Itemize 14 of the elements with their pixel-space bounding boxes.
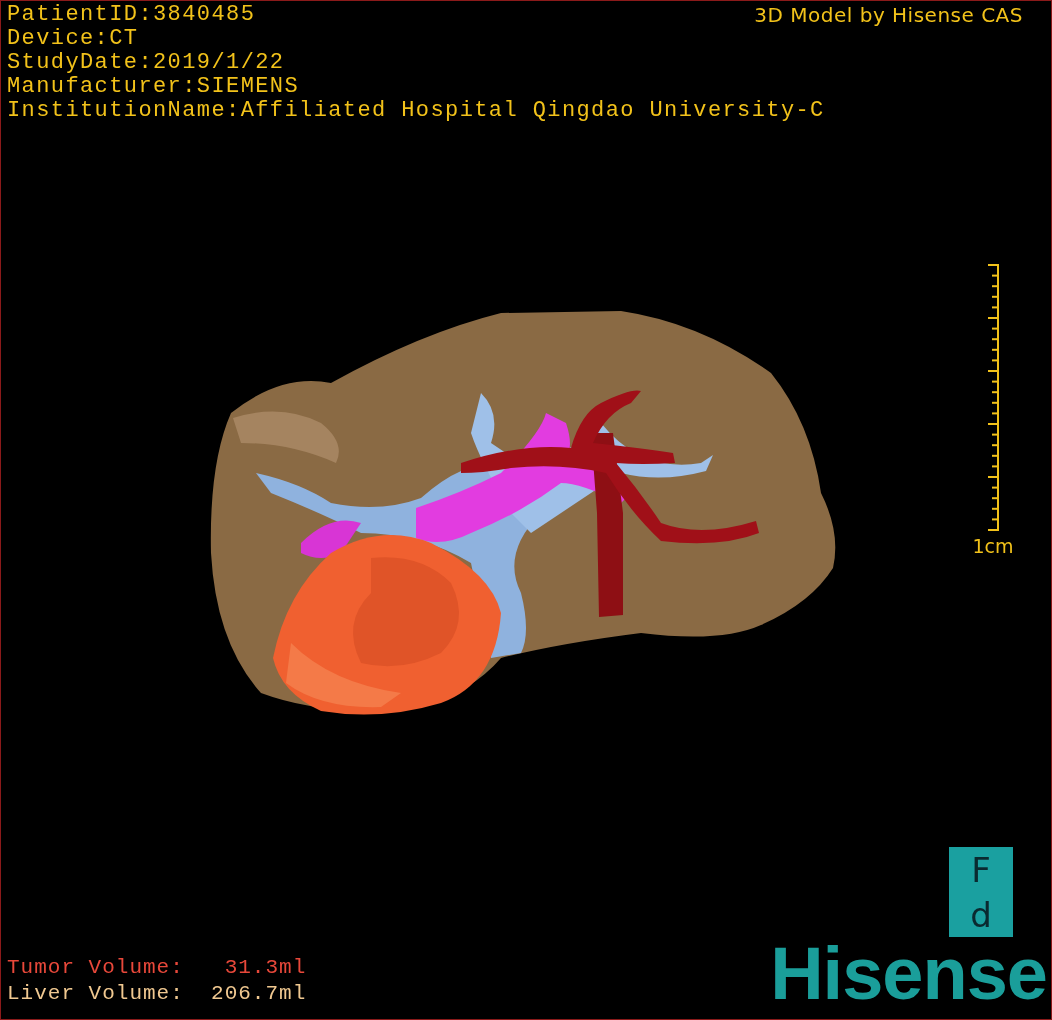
- brand-logo: Hisense: [770, 937, 1047, 1011]
- study-info-text: InstitutionName:Affiliated Hospital Qingdao University-C: [7, 99, 826, 123]
- viewer-title: 3D Model by Hisense CAS: [754, 3, 1023, 27]
- study-info-text: PatientID:3840485: [7, 3, 256, 27]
- scale-bar-icon: [986, 263, 1000, 533]
- study-info-text: Manufacturer:SIEMENS: [7, 75, 301, 99]
- volume-text: Tumor Volume: 31.3ml: [7, 955, 307, 981]
- scale-bar-label: 1cm: [972, 535, 1014, 557]
- orientation-cube[interactable]: F d: [949, 847, 1013, 937]
- volume-text: Liver Volume: 206.7ml: [7, 981, 307, 1007]
- cube-face-label: d: [970, 896, 992, 933]
- study-info-text: StudyDate:2019/1/22: [7, 51, 286, 75]
- study-info-text: Device:CT: [7, 27, 140, 51]
- cube-face-label: F: [971, 851, 991, 888]
